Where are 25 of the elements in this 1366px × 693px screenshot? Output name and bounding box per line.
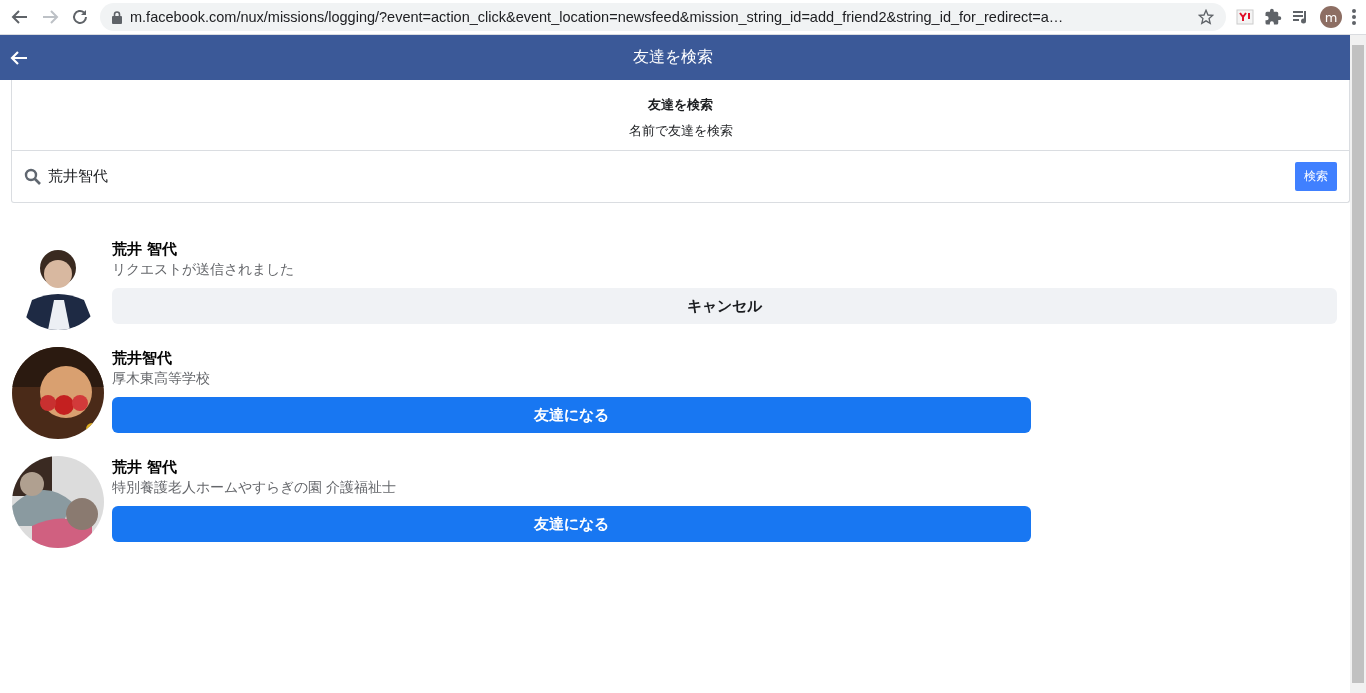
star-icon[interactable] — [1198, 9, 1214, 25]
section-title: 友達を検索 — [648, 96, 713, 114]
search-field[interactable]: 荒井智代 — [48, 167, 1289, 186]
person-detail: 厚木東高等学校 — [112, 370, 211, 388]
lock-icon — [112, 10, 122, 24]
section-subtitle: 名前で友達を検索 — [628, 122, 733, 140]
back-arrow-icon[interactable] — [10, 49, 28, 66]
person-detail: 特別養護老人ホームやすらぎの園 介護福祉士 — [112, 479, 398, 497]
menu-icon[interactable] — [1352, 9, 1356, 25]
profile-avatar[interactable]: m — [1320, 6, 1342, 28]
person-name[interactable]: 荒井智代 — [112, 349, 1337, 368]
extension-icon[interactable] — [1236, 8, 1254, 26]
search-button[interactable]: 検索 — [1295, 162, 1337, 191]
add-friend-button[interactable]: 友達になる — [112, 397, 1031, 433]
scrollbar[interactable] — [1350, 35, 1366, 693]
person-name[interactable]: 荒井 智代 — [112, 458, 1337, 477]
address-bar[interactable]: m.facebook.com/nux/missions/logging/?event=action_click&event_location=newsfeed&mission_string_id=add_friend2&string_id_for_redirect=a… — [100, 3, 1226, 31]
puzzle-icon[interactable] — [1264, 8, 1282, 26]
person-name[interactable]: 荒井 智代 — [112, 240, 1337, 259]
cancel-button[interactable]: キャンセル — [112, 288, 1337, 324]
add-friend-button[interactable]: 友達になる — [112, 506, 1031, 542]
person-detail: リクエストが送信されました — [112, 261, 295, 279]
page-title: 友達を検索 — [632, 47, 714, 68]
search-icon — [24, 167, 42, 186]
reload-icon[interactable] — [70, 7, 90, 27]
